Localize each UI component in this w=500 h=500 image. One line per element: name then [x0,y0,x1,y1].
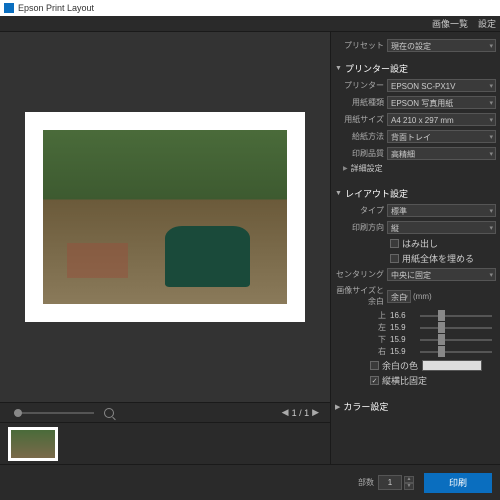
borderless-checkbox[interactable] [390,239,399,248]
margin-right-slider[interactable] [420,351,492,353]
margin-color-swatch[interactable] [422,360,482,371]
preset-select[interactable]: 現在の設定 [387,39,496,52]
printer-select[interactable]: EPSON SC-PX1V [387,79,496,92]
next-page-button[interactable]: ▶ [312,407,319,418]
canvas-area [0,32,330,402]
zoom-icon[interactable] [104,408,114,418]
quality-select[interactable]: 高精細 [387,147,496,160]
paper-size-select[interactable]: A4 210 x 297 mm [387,113,496,126]
margin-top-slider[interactable] [420,315,492,317]
copies-label: 部数 [358,477,374,488]
fill-paper-checkbox[interactable] [390,254,399,263]
orientation-select[interactable]: 縦 [387,221,496,234]
margin-mode-select[interactable]: 余白 [387,290,411,303]
footer: 部数 1 ▲▼ 印刷 [0,464,500,500]
advanced-settings[interactable]: 詳細設定 [343,163,496,174]
zoom-slider[interactable] [14,412,94,414]
prev-page-button[interactable]: ◀ [282,407,289,418]
copies-input[interactable]: 1 [378,475,402,490]
print-button[interactable]: 印刷 [424,473,492,493]
layout-section-header[interactable]: レイアウト設定 [335,187,496,200]
margin-color-checkbox[interactable] [370,361,379,370]
margin-left-value[interactable]: 15.9 [390,323,416,332]
menu-settings[interactable]: 設定 [478,17,496,30]
margin-top-value[interactable]: 16.6 [390,311,416,320]
margin-bottom-value[interactable]: 15.9 [390,335,416,344]
layout-type-select[interactable]: 標準 [387,204,496,217]
copies-stepper[interactable]: ▲▼ [404,476,414,490]
color-section-header[interactable]: カラー設定 [335,400,496,413]
margin-bottom-slider[interactable] [420,339,492,341]
thumbnail-strip [0,422,330,464]
margin-left-slider[interactable] [420,327,492,329]
lock-ratio-checkbox[interactable]: ✓ [370,376,379,385]
app-icon [4,3,14,13]
settings-panel: プリセット 現在の設定 プリンター設定 プリンターEPSON SC-PX1V 用… [330,32,500,464]
menubar: 画像一覧 設定 [0,16,500,32]
source-select[interactable]: 背面トレイ [387,130,496,143]
titlebar: Epson Print Layout [0,0,500,16]
app-title: Epson Print Layout [18,3,94,13]
preset-label: プリセット [335,40,387,51]
margin-right-value[interactable]: 15.9 [390,347,416,356]
preview-image [43,130,287,304]
zoom-bar: ◀ 1 / 1 ▶ [0,402,330,422]
printer-section-header[interactable]: プリンター設定 [335,62,496,75]
thumbnail[interactable] [8,427,58,461]
media-select[interactable]: EPSON 写真用紙 [387,96,496,109]
menu-image-list[interactable]: 画像一覧 [432,17,468,30]
page-indicator: 1 / 1 [292,408,310,418]
print-preview[interactable] [25,112,305,322]
centering-select[interactable]: 中央に固定 [387,268,496,281]
preview-pane: ◀ 1 / 1 ▶ [0,32,330,464]
